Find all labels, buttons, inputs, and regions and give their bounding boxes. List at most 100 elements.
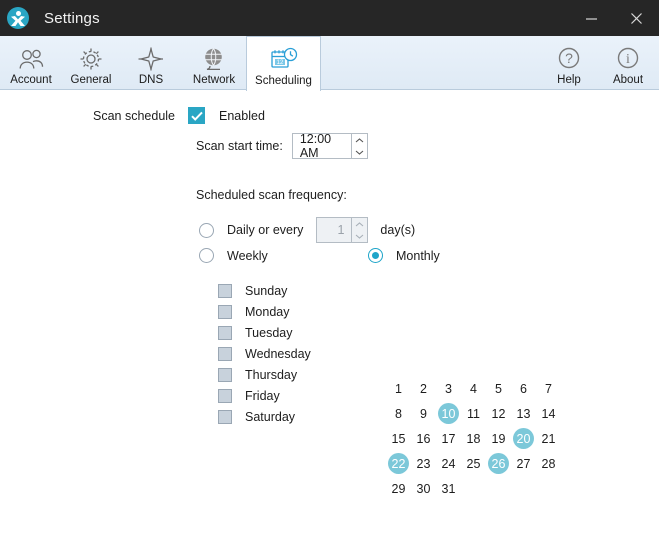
tab-dns-label: DNS [138, 74, 164, 86]
month-day-29[interactable]: 29 [386, 476, 411, 501]
month-day-24[interactable]: 24 [436, 451, 461, 476]
month-day-label: 24 [441, 456, 456, 471]
scan-schedule-enabled-checkbox[interactable] [188, 107, 206, 124]
frequency-label: Scheduled scan frequency: [196, 188, 347, 202]
weekday-checkbox-thursday[interactable] [218, 367, 232, 382]
frequency-daily-row[interactable]: Daily or every 1 day(s) [199, 217, 415, 243]
month-day-8[interactable]: 8 [386, 401, 411, 426]
month-day-9[interactable]: 9 [411, 401, 436, 426]
scan-schedule-label: Scan schedule [93, 108, 176, 123]
weekday-checkbox-sunday[interactable] [218, 283, 232, 298]
compass-star-icon [136, 44, 166, 72]
frequency-section-label-row: Scheduled scan frequency: [196, 188, 347, 202]
month-day-label: 12 [491, 406, 506, 421]
month-day-label: 31 [441, 481, 456, 496]
scan-start-time-value[interactable]: 12:00 AM [291, 132, 351, 160]
month-day-18[interactable]: 18 [461, 426, 486, 451]
tab-general[interactable]: General [62, 36, 120, 90]
monthly-label: Monthly [396, 248, 440, 263]
month-day-label: 11 [467, 406, 480, 421]
weekly-label: Weekly [227, 248, 268, 263]
title-bar: Settings [0, 0, 659, 36]
month-day-2[interactable]: 2 [411, 376, 436, 401]
weekday-row-thursday[interactable]: Thursday [218, 364, 311, 385]
month-day-label: 8 [395, 406, 402, 421]
month-day-28[interactable]: 28 [536, 451, 561, 476]
month-day-label: 3 [445, 381, 452, 396]
tab-network-label: Network [192, 74, 236, 86]
tab-about[interactable]: i About [602, 36, 654, 90]
month-day-31[interactable]: 31 [436, 476, 461, 501]
month-day-22[interactable]: 22 [386, 451, 411, 476]
month-day-14[interactable]: 14 [536, 401, 561, 426]
month-day-label: 21 [541, 431, 556, 446]
month-day-25[interactable]: 25 [461, 451, 486, 476]
minimize-icon[interactable] [569, 0, 614, 36]
month-day-13[interactable]: 13 [511, 401, 536, 426]
month-day-4[interactable]: 4 [461, 376, 486, 401]
weekday-row-saturday[interactable]: Saturday [218, 406, 311, 427]
tab-scheduling[interactable]: 12 Scheduling [246, 36, 321, 91]
tab-account[interactable]: Account [0, 36, 62, 90]
weekday-label-monday: Monday [245, 304, 290, 319]
daily-label: Daily or every [227, 223, 304, 237]
month-day-3[interactable]: 3 [436, 376, 461, 401]
month-day-12[interactable]: 12 [486, 401, 511, 426]
tab-dns[interactable]: DNS [120, 36, 182, 90]
tab-strip: Account General DNS Network 12 Schedulin… [0, 36, 659, 91]
calendar-clock-icon: 12 [269, 45, 299, 73]
weekday-row-wednesday[interactable]: Wednesday [218, 343, 311, 364]
month-day-7[interactable]: 7 [536, 376, 561, 401]
weekday-checkbox-tuesday[interactable] [218, 325, 232, 340]
daily-interval-arrows[interactable] [351, 217, 369, 243]
month-day-20[interactable]: 20 [511, 426, 536, 451]
scan-start-time-arrows[interactable] [350, 133, 368, 159]
month-day-19[interactable]: 19 [486, 426, 511, 451]
month-day-10[interactable]: 10 [436, 401, 461, 426]
scan-schedule-row: Scan schedule Enabled [93, 107, 265, 124]
month-day-label: 30 [416, 481, 431, 496]
weekday-list: Sunday Monday Tuesday Wednesday Thursday… [218, 280, 311, 427]
daily-interval-value[interactable]: 1 [316, 217, 352, 243]
month-day-16[interactable]: 16 [411, 426, 436, 451]
weekday-checkbox-monday[interactable] [218, 304, 232, 319]
month-day-label: 23 [416, 456, 431, 471]
close-icon[interactable] [614, 0, 659, 36]
tab-network[interactable]: Network [182, 36, 246, 90]
weekday-row-monday[interactable]: Monday [218, 301, 311, 322]
month-day-23[interactable]: 23 [411, 451, 436, 476]
month-day-27[interactable]: 27 [511, 451, 536, 476]
tab-help[interactable]: ? Help [543, 36, 595, 90]
daily-suffix-label: day(s) [380, 223, 416, 237]
month-day-21[interactable]: 21 [536, 426, 561, 451]
month-day-17[interactable]: 17 [436, 426, 461, 451]
radio-weekly[interactable] [199, 248, 214, 263]
month-day-30[interactable]: 30 [411, 476, 436, 501]
weekday-row-sunday[interactable]: Sunday [218, 280, 311, 301]
weekday-row-friday[interactable]: Friday [218, 385, 311, 406]
month-day-15[interactable]: 15 [386, 426, 411, 451]
month-day-grid: 1 2 3 4 5 6 7 8 9 10 11 12 13 14 15 16 17 18 19 20 21 22 23 24 2… [386, 376, 561, 501]
weekday-label-thursday: Thursday [245, 367, 298, 382]
tab-about-label: About [612, 74, 644, 86]
month-day-5[interactable]: 5 [486, 376, 511, 401]
weekday-checkbox-friday[interactable] [218, 388, 232, 403]
month-day-11[interactable]: 11 [461, 401, 486, 426]
month-day-row: 15 16 17 18 19 20 21 [386, 426, 561, 451]
scan-start-time-stepper[interactable]: 12:00 AM [291, 132, 368, 160]
weekday-row-tuesday[interactable]: Tuesday [218, 322, 311, 343]
frequency-weekly-row[interactable]: Weekly [199, 248, 268, 263]
weekday-checkbox-wednesday[interactable] [218, 346, 232, 361]
month-day-6[interactable]: 6 [511, 376, 536, 401]
daily-interval-stepper[interactable]: 1 [316, 217, 369, 243]
scan-start-time-row: Scan start time: 12:00 AM [196, 132, 368, 160]
month-day-26[interactable]: 26 [486, 451, 511, 476]
month-day-label: 5 [495, 381, 502, 396]
frequency-monthly-row[interactable]: Monthly [368, 248, 440, 263]
weekday-checkbox-saturday[interactable] [218, 409, 232, 424]
chevron-down-icon [356, 234, 364, 239]
radio-daily[interactable] [199, 222, 214, 238]
radio-monthly[interactable] [368, 248, 383, 263]
month-day-1[interactable]: 1 [386, 376, 411, 401]
gear-icon [76, 44, 106, 72]
